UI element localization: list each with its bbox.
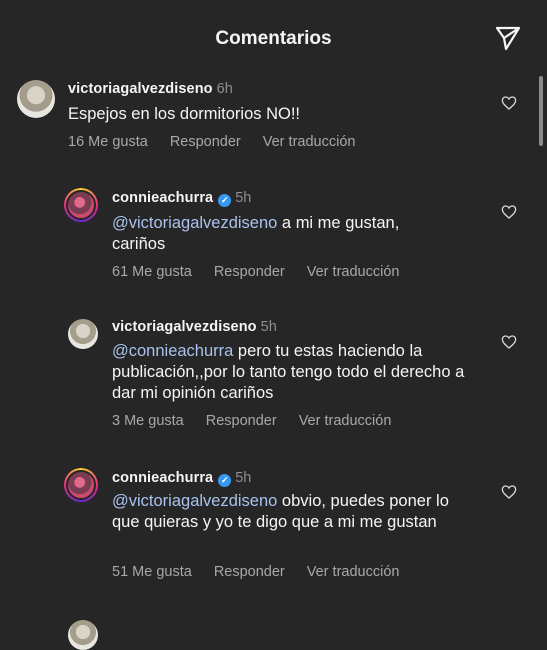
avatar[interactable]: [68, 620, 98, 650]
comment-username[interactable]: connieachurra: [112, 470, 213, 486]
avatar[interactable]: [17, 80, 55, 118]
comment-time: 6h: [216, 81, 233, 97]
comment-body: Espejos en los dormitorios NO!!: [68, 105, 301, 123]
scrollbar[interactable]: [539, 76, 543, 146]
like-button[interactable]: [501, 334, 517, 350]
comment-username[interactable]: connieachurra: [112, 190, 213, 206]
mention-link[interactable]: @victoriagalvezdiseno: [112, 214, 277, 232]
translate-button[interactable]: Ver traducción: [299, 413, 392, 429]
heart-icon: [501, 485, 517, 499]
header: Comentarios: [0, 0, 547, 74]
like-button[interactable]: [501, 95, 517, 111]
likes-count[interactable]: 3 Me gusta: [112, 413, 184, 429]
translate-button[interactable]: Ver traducción: [307, 564, 400, 580]
comment-time: 5h: [260, 319, 277, 335]
page-title: Comentarios: [215, 28, 332, 49]
reply-button[interactable]: Responder: [214, 564, 285, 580]
like-button[interactable]: [501, 484, 517, 500]
like-button[interactable]: [501, 204, 517, 220]
comment-username[interactable]: victoriagalvezdiseno: [68, 81, 213, 97]
reply-button[interactable]: Responder: [170, 134, 241, 150]
avatar[interactable]: [68, 319, 98, 349]
translate-button[interactable]: Ver traducción: [307, 264, 400, 280]
comment-text: @connieachurra pero tu estas haciendo la…: [112, 341, 477, 404]
mention-link[interactable]: @connieachurra: [112, 342, 233, 360]
heart-icon: [501, 96, 517, 110]
heart-icon: [501, 335, 517, 349]
translate-button[interactable]: Ver traducción: [263, 134, 356, 150]
avatar[interactable]: [64, 188, 98, 222]
comment-text: @victoriagalvezdiseno a mi me gustan, ca…: [112, 213, 452, 255]
likes-count[interactable]: 61 Me gusta: [112, 264, 192, 280]
comment-time: 5h: [235, 190, 252, 206]
send-icon: [495, 26, 521, 51]
comment-text: Espejos en los dormitorios NO!!: [68, 104, 488, 125]
comment-username[interactable]: victoriagalvezdiseno: [112, 319, 257, 335]
likes-count[interactable]: 16 Me gusta: [68, 134, 148, 150]
likes-count[interactable]: 51 Me gusta: [112, 564, 192, 580]
heart-icon: [501, 205, 517, 219]
comment-time: 5h: [235, 470, 252, 486]
avatar[interactable]: [64, 468, 98, 502]
send-button[interactable]: [494, 24, 522, 52]
reply-button[interactable]: Responder: [214, 264, 285, 280]
verified-badge-icon: ✓: [218, 194, 232, 207]
reply-button[interactable]: Responder: [206, 413, 277, 429]
mention-link[interactable]: @victoriagalvezdiseno: [112, 492, 277, 510]
verified-badge-icon: ✓: [218, 474, 232, 487]
comment-text: @victoriagalvezdiseno obvio, puedes pone…: [112, 491, 477, 533]
